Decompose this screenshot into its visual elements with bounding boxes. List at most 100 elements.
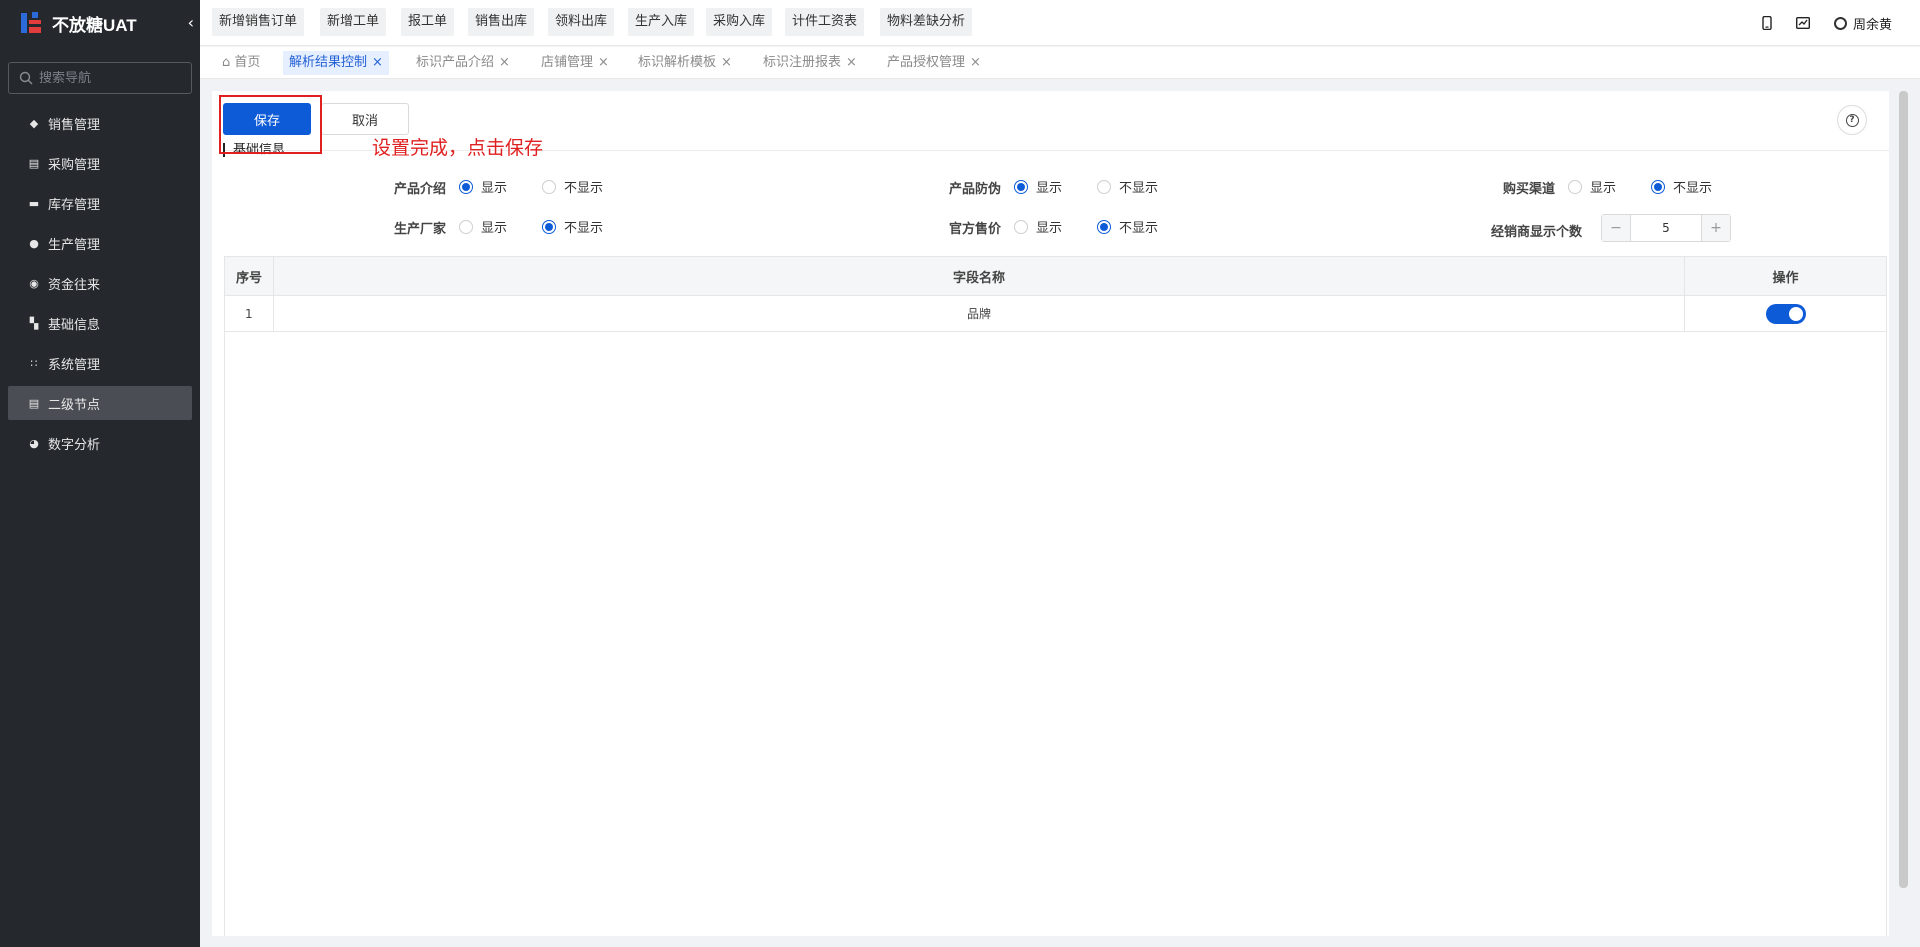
row-index: 1 (225, 296, 274, 331)
top-bar: 新增销售订单 新增工单 报工单 销售出库 领料出库 生产入库 采购入库 计件工资… (200, 0, 1920, 46)
tag-icon: ◆ (29, 116, 39, 130)
radio-label: 显示 (1036, 221, 1063, 236)
cancel-button[interactable]: 取消 (321, 103, 409, 135)
pie-chart-icon: ◕ (29, 436, 39, 450)
quick-sales-outbound-button[interactable]: 销售出库 (468, 8, 535, 36)
tab-product-authorization[interactable]: 产品授权管理 × (881, 51, 987, 75)
sidebar-item-purchase[interactable]: ▤ 采购管理 (8, 146, 192, 180)
official-price-label: 官方售价 (949, 222, 1002, 237)
quick-purchase-inbound-button[interactable]: 采购入库 (706, 8, 773, 36)
dealer-count-label: 经销商显示个数 (1491, 225, 1583, 240)
help-button[interactable]: ? (1837, 105, 1867, 135)
box-icon: ▬ (28, 196, 40, 210)
page-scrollbar[interactable] (1899, 91, 1908, 888)
close-icon[interactable]: × (970, 55, 981, 70)
quick-material-shortage-button[interactable]: 物料差缺分析 (880, 8, 973, 36)
field-table: 序号 字段名称 操作 1 品牌 (224, 256, 1887, 936)
tab-shop-management[interactable]: 店铺管理 × (535, 51, 615, 75)
dealer-count-stepper[interactable]: − 5 + (1601, 214, 1731, 242)
tab-registration-report[interactable]: 标识注册报表 × (757, 51, 863, 75)
increment-button[interactable]: + (1702, 215, 1730, 241)
sidebar-item-funds[interactable]: ◉ 资金往来 (8, 266, 192, 300)
tab-label: 标识解析模板 (638, 55, 717, 70)
brand-logo-icon (18, 11, 44, 35)
channel-label: 购买渠道 (1503, 182, 1556, 197)
manufacturer-show-radio[interactable]: 显示 (459, 217, 507, 236)
quick-production-inbound-button[interactable]: 生产入库 (628, 8, 695, 36)
product-intro-label: 产品介绍 (394, 182, 447, 197)
manufacturer-label: 生产厂家 (394, 222, 447, 237)
collapse-sidebar-icon[interactable]: ‹ (188, 13, 194, 32)
sidebar-item-production[interactable]: ● 生产管理 (8, 226, 192, 260)
annotation-text: 设置完成，点击保存 (372, 137, 544, 159)
content-card: 基础信息 保存 取消 设置完成，点击保存 ? 产品介绍 显示 不显示 产品防伪 … (212, 91, 1889, 936)
official-price-hide-radio[interactable]: 不显示 (1097, 217, 1158, 236)
sidebar-item-secondary-node[interactable]: ▤ 二级节点 (8, 386, 192, 420)
tab-parse-result-control[interactable]: 解析结果控制 × (283, 51, 389, 75)
table-header: 序号 字段名称 操作 (225, 257, 1886, 296)
nav-search-input[interactable] (39, 70, 179, 86)
money-icon: ◉ (29, 276, 39, 290)
sidebar-item-label: 生产管理 (48, 237, 101, 253)
sidebar-item-inventory[interactable]: ▬ 库存管理 (8, 186, 192, 220)
tab-home[interactable]: ⌂ 首页 (216, 51, 266, 75)
save-highlight-box (219, 95, 322, 154)
tab-label: 首页 (234, 55, 261, 70)
brand: 不放糖UAT ‹ (0, 0, 200, 46)
product-intro-show-radio[interactable]: 显示 (459, 177, 507, 196)
close-icon[interactable]: × (372, 55, 383, 70)
tab-parse-template[interactable]: 标识解析模板 × (632, 51, 738, 75)
column-header-index: 序号 (225, 257, 274, 295)
sidebar-item-label: 系统管理 (48, 357, 101, 373)
decrement-button[interactable]: − (1602, 215, 1630, 241)
channel-show-radio[interactable]: 显示 (1568, 177, 1616, 196)
sidebar-item-label: 库存管理 (48, 197, 101, 213)
radio-label: 不显示 (564, 221, 604, 236)
close-icon[interactable]: × (598, 55, 609, 70)
tab-label: 店铺管理 (541, 55, 594, 70)
dealer-count-value[interactable]: 5 (1630, 215, 1702, 241)
quick-piecework-wage-button[interactable]: 计件工资表 (785, 8, 865, 36)
close-icon[interactable]: × (721, 55, 732, 70)
product-intro-hide-radio[interactable]: 不显示 (542, 177, 603, 196)
anti-fake-hide-radio[interactable]: 不显示 (1097, 177, 1158, 196)
close-icon[interactable]: × (846, 55, 857, 70)
channel-hide-radio[interactable]: 不显示 (1651, 177, 1712, 196)
column-header-action: 操作 (1772, 270, 1799, 286)
anti-fake-show-radio[interactable]: 显示 (1014, 177, 1062, 196)
tabs-bar: ⌂ 首页 解析结果控制 × 标识产品介绍 × 店铺管理 × 标识解析模板 × 标识注册报… (200, 47, 1920, 79)
user-avatar-icon (1833, 16, 1847, 30)
production-icon: ● (29, 236, 39, 250)
nav-search[interactable] (8, 62, 192, 94)
sidebar-item-label: 销售管理 (48, 117, 101, 133)
field-visibility-toggle[interactable] (1765, 303, 1806, 324)
official-price-show-radio[interactable]: 显示 (1014, 217, 1062, 236)
mobile-icon[interactable] (1762, 16, 1772, 30)
tab-label: 标识产品介绍 (416, 55, 495, 70)
anti-fake-label: 产品防伪 (949, 182, 1002, 197)
user-menu[interactable]: 周余黄 (1833, 14, 1892, 33)
sidebar: 不放糖UAT ‹ ◆ 销售管理 ▤ 采购管理 ▬ 库存管理 ● 生产管理 ◉ 资… (0, 0, 200, 947)
quick-new-work-order-button[interactable]: 新增工单 (320, 8, 387, 36)
quick-material-outbound-button[interactable]: 领料出库 (548, 8, 615, 36)
close-icon[interactable]: × (499, 55, 510, 70)
sidebar-item-analytics[interactable]: ◕ 数字分析 (8, 426, 192, 460)
chart-icon[interactable] (1795, 17, 1810, 29)
quick-report-work-button[interactable]: 报工单 (401, 8, 455, 36)
tab-label: 标识注册报表 (763, 55, 842, 70)
sidebar-item-label: 基础信息 (48, 317, 101, 333)
radio-label: 不显示 (1119, 221, 1159, 236)
radio-label: 不显示 (1119, 181, 1159, 196)
cart-icon: ▤ (28, 156, 40, 170)
sidebar-item-basic-info[interactable]: ▚ 基础信息 (8, 306, 192, 340)
tab-product-intro[interactable]: 标识产品介绍 × (410, 51, 516, 75)
radio-label: 显示 (1590, 181, 1617, 196)
sidebar-item-sales[interactable]: ◆ 销售管理 (8, 106, 192, 140)
info-icon: ▚ (29, 316, 39, 330)
manufacturer-hide-radio[interactable]: 不显示 (542, 217, 603, 236)
help-icon: ? (1845, 113, 1859, 127)
tab-label: 解析结果控制 (289, 55, 368, 70)
quick-new-sales-order-button[interactable]: 新增销售订单 (212, 8, 305, 36)
radio-label: 不显示 (564, 181, 604, 196)
sidebar-item-system[interactable]: ∷ 系统管理 (8, 346, 192, 380)
